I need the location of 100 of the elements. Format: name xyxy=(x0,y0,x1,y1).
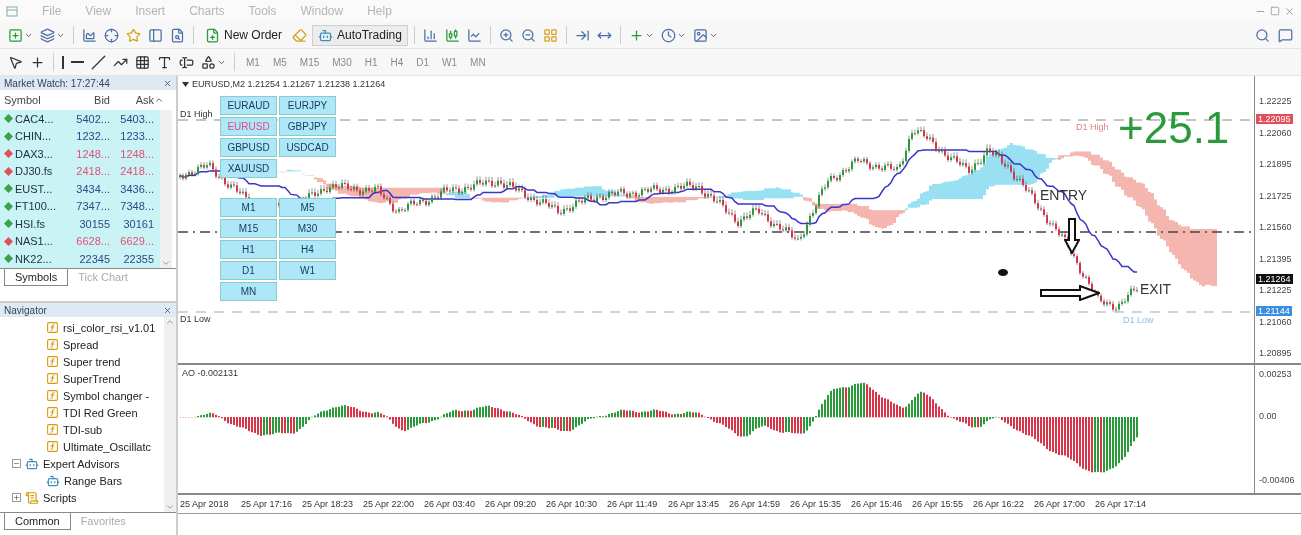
right-arrow-icon xyxy=(1040,285,1100,301)
axis-label: 26 Apr 15:35 xyxy=(790,499,843,509)
bid-cell-text: 1248... xyxy=(75,147,110,160)
indicator-title: AO -0.002131 xyxy=(182,369,239,378)
bid-cell-text: 2418... xyxy=(75,165,110,178)
new-order-button[interactable]: New Order xyxy=(200,25,287,45)
tree-item[interactable]: Scripts xyxy=(0,489,164,506)
timeframe-button[interactable]: D1 xyxy=(220,261,277,280)
robot-icon xyxy=(318,27,333,43)
zoom-in-icon xyxy=(498,27,514,43)
timeframe-button[interactable]: W1 xyxy=(279,261,336,280)
expand-icon[interactable] xyxy=(12,493,21,502)
candlestick-chart-icon xyxy=(444,27,460,43)
tree-item[interactable]: SuperTrend xyxy=(0,370,164,387)
ask-cell-text: 7348... xyxy=(119,200,154,213)
axis-label: 1.21895 xyxy=(1259,159,1292,169)
chart-title: EURUSD,M2 1.21254 1.21267 1.21238 1.21264 xyxy=(192,80,386,89)
axis-label: 1.21560 xyxy=(1259,222,1292,232)
tree-item[interactable]: Range Bars xyxy=(0,472,164,489)
collapse-icon[interactable] xyxy=(12,459,21,468)
text-label-icon xyxy=(179,54,194,70)
bid-cell-text: 22345 xyxy=(78,252,110,265)
line-chart-icon xyxy=(466,27,482,43)
tab[interactable]: Symbols xyxy=(4,268,69,286)
tree-item[interactable]: Super trend xyxy=(0,353,164,370)
tree-item[interactable]: TDI Red Green xyxy=(0,404,164,421)
timeframe-button[interactable]: H4 xyxy=(279,240,336,259)
timeframe-button[interactable]: M5 xyxy=(279,198,336,217)
axis-label: 26 Apr 17:14 xyxy=(1095,499,1148,509)
panel-icon xyxy=(148,27,163,43)
axis-label: 25 Apr 2018 xyxy=(180,499,230,509)
tab[interactable]: Common xyxy=(4,513,71,530)
axis-label: 1.21725 xyxy=(1259,190,1292,201)
level-label: D1 High xyxy=(180,110,213,119)
symbol-button[interactable]: EURAUD xyxy=(220,96,277,115)
price-marker: 1.22095 xyxy=(1256,114,1293,124)
bid-cell-text: 3434... xyxy=(75,182,110,195)
bid-cell-text: 5402... xyxy=(75,112,110,125)
exit-label: EXIT xyxy=(1140,282,1172,296)
timeframe-button[interactable]: M15 xyxy=(220,219,277,238)
profit-label: +25.1 xyxy=(1118,106,1230,150)
axis-label: 1.22225 xyxy=(1259,96,1292,106)
robot-icon xyxy=(25,456,39,471)
function-icon xyxy=(46,321,59,334)
timeframe-button[interactable]: M1 xyxy=(220,198,277,217)
symbol-cell: NAS1... xyxy=(15,235,53,248)
maximize-icon xyxy=(1270,5,1280,16)
axis-label: 26 Apr 15:46 xyxy=(851,499,904,509)
close-button[interactable] xyxy=(1284,5,1295,17)
tree-item[interactable]: Spread xyxy=(0,336,164,353)
timeframe-button[interactable]: MN xyxy=(220,282,277,301)
price-marker: 1.21144 xyxy=(1256,306,1292,316)
tree-item[interactable]: Expert Advisors xyxy=(0,455,164,472)
tree-item[interactable]: Ultimate_Oscillatc xyxy=(0,438,164,455)
tree-item[interactable]: TDI-sub xyxy=(0,421,164,438)
dot-icon xyxy=(998,269,1008,276)
column-header: Ask xyxy=(134,94,154,106)
axis-label: 1.21060 xyxy=(1259,316,1292,327)
panel-title: Market Watch: 17:27:44 xyxy=(4,77,110,89)
auto-trading-button[interactable]: AutoTrading xyxy=(312,24,408,46)
level-label: D1 High xyxy=(1076,123,1109,132)
scroll-up-icon xyxy=(154,95,164,105)
ask-cell-text: 22355 xyxy=(122,252,154,265)
ask-cell-text: 5403... xyxy=(119,112,154,125)
tree-item[interactable]: rsi_color_rsi_v1.01 xyxy=(0,319,164,336)
symbol-button[interactable]: USDCAD xyxy=(279,138,336,157)
axis-label: 26 Apr 09:20 xyxy=(485,499,538,509)
bid-cell-text: 1232... xyxy=(75,130,110,143)
function-icon xyxy=(46,372,59,385)
clock-icon xyxy=(660,27,676,43)
symbol-cell: NK22... xyxy=(15,252,52,265)
axis-label: 26 Apr 03:40 xyxy=(424,499,477,509)
axis-label: 25 Apr 22:00 xyxy=(363,499,416,509)
close-icon xyxy=(163,305,172,315)
symbol-button[interactable]: EURJPY xyxy=(279,96,336,115)
app-icon xyxy=(6,5,18,17)
axis-label: 26 Apr 10:30 xyxy=(546,499,599,509)
axis-label: 0.00253 xyxy=(1259,369,1292,379)
symbol-button[interactable]: GBPJPY xyxy=(279,117,336,136)
function-icon xyxy=(46,440,59,453)
axis-label: 26 Apr 13:45 xyxy=(668,499,721,509)
scroll-down-icon xyxy=(165,502,175,512)
function-icon xyxy=(46,389,59,402)
bar-chart-icon xyxy=(422,27,438,43)
symbol-button[interactable]: XAUUSD xyxy=(220,159,277,178)
bid-cell-text: 30155 xyxy=(78,217,110,230)
plus-icon xyxy=(13,494,20,501)
bid-cell-text: 7347... xyxy=(75,200,110,213)
search-icon xyxy=(1255,27,1270,43)
indicator-icon xyxy=(628,27,644,43)
timeframe-button[interactable]: H1 xyxy=(220,240,277,259)
symbol-button[interactable]: GBPUSD xyxy=(220,138,277,157)
column-header: Symbol xyxy=(4,94,42,106)
horizontal-line-icon xyxy=(71,61,84,63)
tree-item[interactable]: Symbol changer - xyxy=(0,387,164,404)
template-icon xyxy=(692,27,708,43)
cursor-icon xyxy=(8,54,23,70)
timeframe-button[interactable]: M30 xyxy=(279,219,336,238)
profiles-icon xyxy=(40,27,55,43)
star-icon xyxy=(126,27,141,43)
